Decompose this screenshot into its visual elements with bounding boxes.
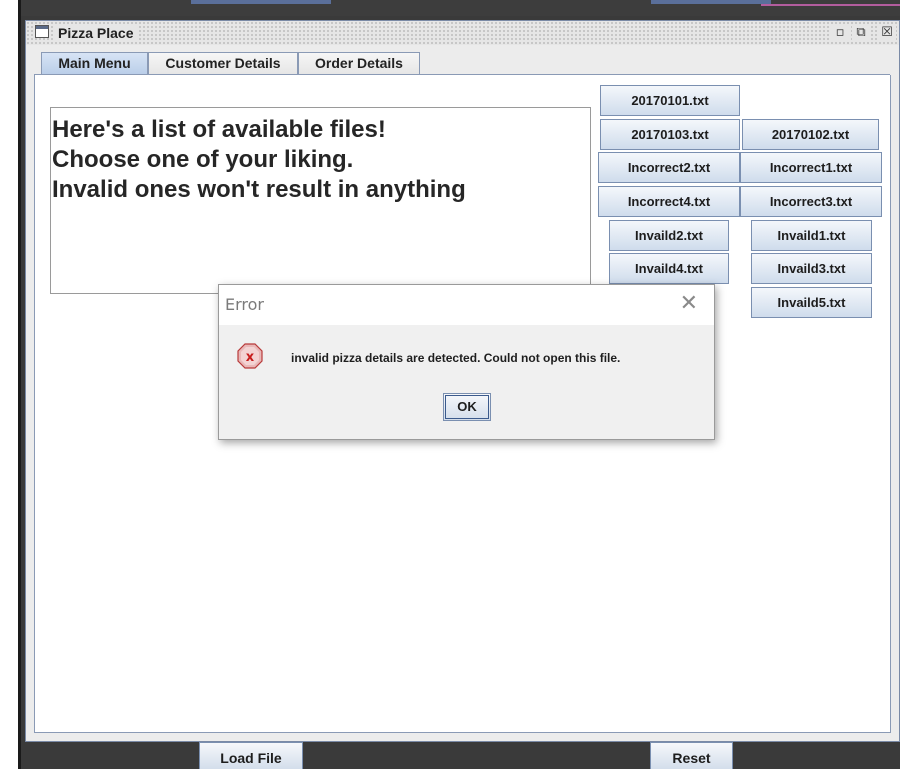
- dialog-header[interactable]: Error ✕: [219, 285, 714, 325]
- top-strip-highlight: [651, 0, 771, 4]
- file-button-incorrect4[interactable]: Incorrect4.txt: [598, 186, 740, 217]
- file-button-invaild4[interactable]: Invaild4.txt: [609, 253, 729, 284]
- top-strip: [21, 0, 900, 16]
- file-button-invaild2[interactable]: Invaild2.txt: [609, 220, 729, 251]
- minimize-icon[interactable]: ▫: [831, 24, 849, 41]
- tab-main-menu[interactable]: Main Menu: [41, 52, 148, 75]
- message-line: Invalid ones won't result in anything: [52, 176, 466, 203]
- svg-text:x: x: [246, 350, 255, 365]
- window-titlebar[interactable]: Pizza Place ▫ ⧉ ☒: [26, 21, 899, 45]
- window-title: Pizza Place: [54, 24, 138, 42]
- message-line: Here's a list of available files!: [52, 116, 386, 143]
- load-file-button[interactable]: Load File: [199, 742, 303, 769]
- maximize-icon[interactable]: ⧉: [852, 24, 870, 41]
- file-button-invaild5[interactable]: Invaild5.txt: [751, 287, 872, 318]
- dialog-title: Error: [225, 295, 264, 314]
- tab-order-details[interactable]: Order Details: [298, 52, 420, 74]
- file-button-incorrect3[interactable]: Incorrect3.txt: [740, 186, 882, 217]
- reset-button[interactable]: Reset: [650, 742, 733, 769]
- file-button-20170101[interactable]: 20170101.txt: [600, 85, 740, 116]
- close-icon[interactable]: ☒: [878, 24, 896, 41]
- left-border: [0, 0, 21, 769]
- error-dialog: Error ✕ x invalid pizza details are dete…: [218, 284, 715, 440]
- top-strip-accent: [761, 4, 900, 6]
- file-button-invaild3[interactable]: Invaild3.txt: [751, 253, 872, 284]
- error-icon: x: [237, 343, 263, 369]
- ok-button[interactable]: OK: [443, 393, 491, 421]
- file-button-20170102[interactable]: 20170102.txt: [742, 119, 879, 150]
- dialog-close-icon[interactable]: ✕: [680, 291, 698, 317]
- file-button-incorrect1[interactable]: Incorrect1.txt: [740, 152, 882, 183]
- message-line: Choose one of your liking.: [52, 146, 354, 173]
- dialog-message: invalid pizza details are detected. Coul…: [291, 351, 621, 365]
- top-strip-highlight: [191, 0, 331, 4]
- file-button-20170103[interactable]: 20170103.txt: [600, 119, 740, 150]
- tab-customer-details[interactable]: Customer Details: [148, 52, 298, 74]
- file-button-incorrect2[interactable]: Incorrect2.txt: [598, 152, 740, 183]
- file-button-invaild1[interactable]: Invaild1.txt: [751, 220, 872, 251]
- window-app-icon: [35, 25, 49, 38]
